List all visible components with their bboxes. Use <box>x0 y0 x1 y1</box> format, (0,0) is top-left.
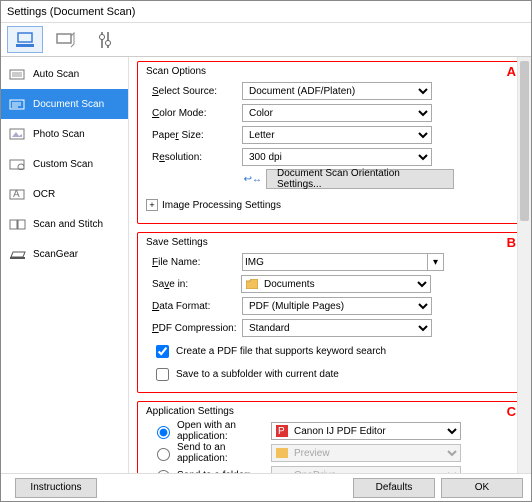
orientation-settings-button[interactable]: Document Scan Orientation Settings... <box>266 169 454 189</box>
window-title: Settings (Document Scan) <box>1 1 531 23</box>
application-settings-title: Application Settings <box>146 406 514 417</box>
sidebar-item-scan-and-stitch[interactable]: Scan and Stitch <box>1 209 128 239</box>
group-badge-a: A <box>507 64 516 79</box>
open-with-app-radio[interactable] <box>157 426 170 439</box>
subfolder-label: Save to a subfolder with current date <box>176 369 339 380</box>
scrollbar-thumb[interactable] <box>520 61 529 221</box>
sidebar-item-label: Scan and Stitch <box>33 219 103 230</box>
sidebar-item-label: OCR <box>33 189 55 200</box>
document-scan-icon <box>9 97 27 111</box>
paper-size-label: Paper Size: <box>146 130 242 141</box>
open-with-app-label: Open with an application: <box>177 420 272 442</box>
scan-options-title: Scan Options <box>146 66 514 77</box>
restore-default-icon[interactable]: ↩↔ <box>242 174 266 185</box>
instructions-button[interactable]: Instructions <box>15 478 97 498</box>
color-mode-label: Color Mode: <box>146 108 242 119</box>
send-to-folder-dropdown[interactable]: OneDrive <box>271 466 461 473</box>
open-with-app-dropdown[interactable]: Canon IJ PDF Editor <box>271 422 461 440</box>
ok-button[interactable]: OK <box>441 478 523 498</box>
defaults-button[interactable]: Defaults <box>353 478 435 498</box>
image-processing-label: Image Processing Settings <box>162 200 281 211</box>
sidebar-item-custom-scan[interactable]: Custom Scan <box>1 149 128 179</box>
sidebar-item-label: Photo Scan <box>33 129 85 140</box>
resolution-dropdown[interactable]: 300 dpi <box>242 148 432 166</box>
resolution-label: Resolution: <box>146 152 242 163</box>
sidebar-item-auto-scan[interactable]: Auto Scan <box>1 59 128 89</box>
keyword-search-label: Create a PDF file that supports keyword … <box>176 346 386 357</box>
ocr-icon: A <box>9 187 27 201</box>
keyword-search-checkbox[interactable] <box>156 345 169 358</box>
sidebar: Auto Scan Document Scan Photo Scan Custo… <box>1 57 129 473</box>
vertical-scrollbar[interactable] <box>517 57 531 473</box>
save-in-dropdown[interactable]: Documents <box>241 275 431 293</box>
toolbar-scan-from-computer-icon[interactable] <box>7 26 43 53</box>
save-settings-group: B Save Settings File Name: ▾ Save in: Do… <box>137 232 523 393</box>
sidebar-item-ocr[interactable]: A OCR <box>1 179 128 209</box>
sidebar-item-label: Document Scan <box>33 99 104 110</box>
save-settings-title: Save Settings <box>146 237 514 248</box>
save-in-label: Save in: <box>146 279 242 290</box>
custom-scan-icon <box>9 157 27 171</box>
footer: Instructions Defaults OK <box>1 473 531 501</box>
content-area: A Scan Options Select Source: Document (… <box>129 57 531 473</box>
color-mode-dropdown[interactable]: Color <box>242 104 432 122</box>
file-name-input[interactable] <box>242 253 428 271</box>
group-badge-c: C <box>507 404 516 419</box>
select-source-label: Select Source: <box>146 86 242 97</box>
expand-image-processing-icon[interactable]: + <box>146 199 158 211</box>
send-to-app-label: Send to an application: <box>177 442 272 464</box>
select-source-dropdown[interactable]: Document (ADF/Platen) <box>242 82 432 100</box>
group-badge-b: B <box>507 235 516 250</box>
data-format-dropdown[interactable]: PDF (Multiple Pages) <box>242 297 432 315</box>
toolbar <box>1 23 531 57</box>
scangear-icon <box>9 247 27 261</box>
send-to-app-radio[interactable] <box>157 448 170 461</box>
toolbar-scan-from-panel-icon[interactable] <box>47 26 83 53</box>
sidebar-item-photo-scan[interactable]: Photo Scan <box>1 119 128 149</box>
photo-scan-icon <box>9 127 27 141</box>
file-name-label: File Name: <box>146 257 242 268</box>
auto-scan-icon <box>9 67 27 81</box>
scan-options-group: A Scan Options Select Source: Document (… <box>137 61 523 224</box>
sidebar-item-document-scan[interactable]: Document Scan <box>1 89 128 119</box>
data-format-label: Data Format: <box>146 301 242 312</box>
settings-window: Settings (Document Scan) Auto Scan Docum… <box>0 0 532 502</box>
stitch-icon <box>9 217 27 231</box>
sidebar-item-label: Custom Scan <box>33 159 93 170</box>
toolbar-general-settings-icon[interactable] <box>87 26 123 53</box>
sidebar-item-label: ScanGear <box>33 249 78 260</box>
subfolder-checkbox[interactable] <box>156 368 169 381</box>
sidebar-item-scangear[interactable]: ScanGear <box>1 239 128 269</box>
pdf-compression-label: PDF Compression: <box>146 323 242 334</box>
pdf-compression-dropdown[interactable]: Standard <box>242 319 432 337</box>
send-to-app-dropdown[interactable]: Preview <box>271 444 461 462</box>
application-settings-group: C Application Settings Open with an appl… <box>137 401 523 473</box>
svg-text:A: A <box>13 189 20 200</box>
paper-size-dropdown[interactable]: Letter <box>242 126 432 144</box>
sidebar-item-label: Auto Scan <box>33 69 79 80</box>
